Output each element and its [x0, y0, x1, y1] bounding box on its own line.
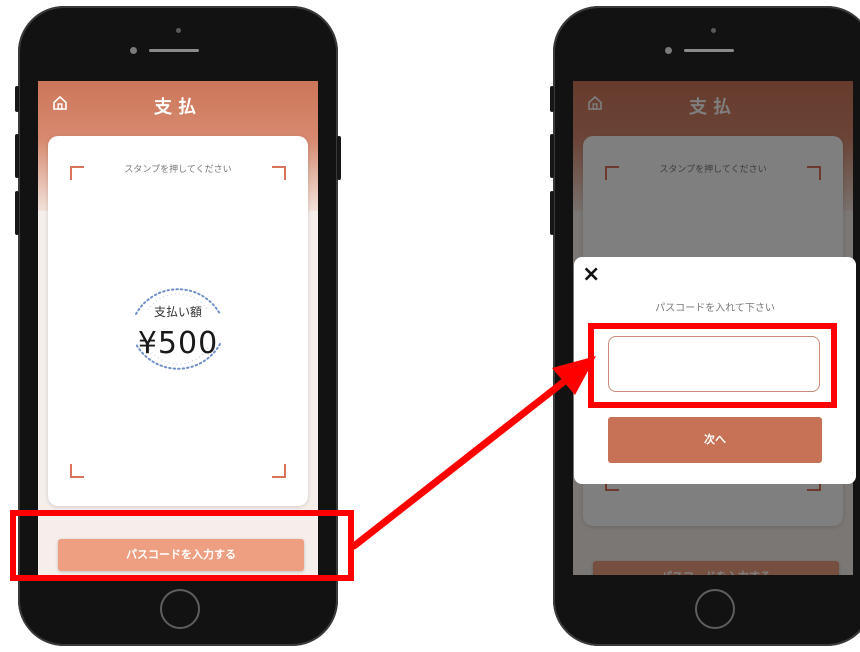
arrow-icon [350, 356, 596, 550]
